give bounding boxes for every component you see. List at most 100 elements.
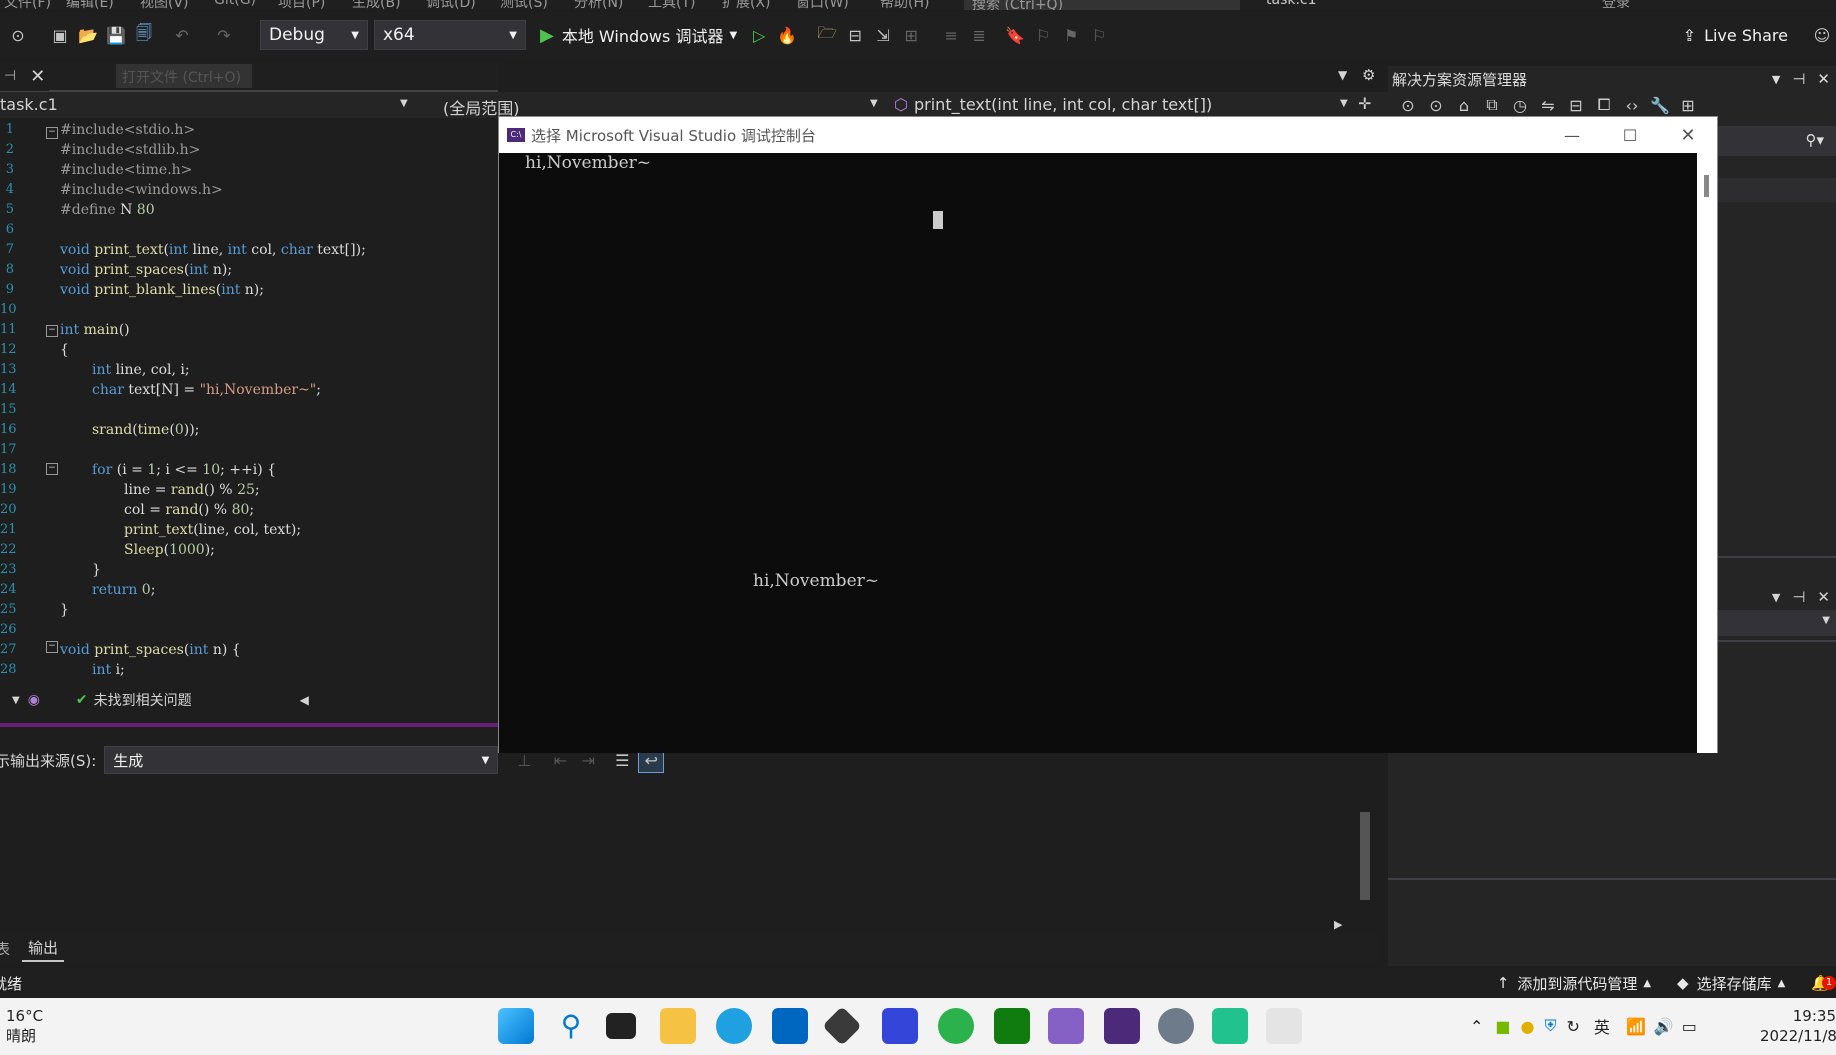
terminal-icon[interactable]: [1104, 1008, 1140, 1044]
select-repository[interactable]: 选择存储库: [1697, 973, 1772, 994]
undo-icon[interactable]: ↶: [170, 23, 194, 47]
dropdown-icon[interactable]: ▼: [1772, 73, 1780, 86]
open-file-icon[interactable]: 📂: [76, 23, 100, 47]
store-icon[interactable]: [772, 1008, 808, 1044]
menu-help[interactable]: 帮助(H): [880, 0, 929, 10]
search-icon[interactable]: ⚲: [553, 1008, 589, 1044]
pin-icon[interactable]: ⊣: [4, 68, 16, 84]
output-scrollbar[interactable]: [1356, 786, 1374, 914]
fold-toggle[interactable]: −: [46, 463, 58, 475]
layout-icon[interactable]: ⊟: [843, 23, 867, 47]
settings-icon[interactable]: ⚙: [1362, 66, 1375, 84]
chevron-up-icon[interactable]: ▲: [1643, 978, 1651, 989]
nvidia-icon[interactable]: ■: [1495, 1017, 1510, 1036]
scroll-thumb[interactable]: [1360, 812, 1370, 900]
ime-indicator[interactable]: 英: [1594, 1014, 1610, 1038]
output-source-dropdown[interactable]: 生成 ▼: [104, 746, 499, 774]
save-icon[interactable]: 💾: [104, 23, 128, 47]
close-icon[interactable]: ✕: [30, 66, 45, 87]
step-icon[interactable]: ⇲: [871, 23, 895, 47]
next-bookmark-icon[interactable]: ⚑: [1059, 23, 1083, 47]
volume-icon[interactable]: 🔊: [1654, 1017, 1674, 1036]
chevron-down-icon[interactable]: ▼: [1340, 98, 1348, 109]
maximize-icon[interactable]: ☐: [1601, 126, 1659, 145]
pin-icon[interactable]: ⊣: [1792, 70, 1805, 88]
navigate-forward-icon[interactable]: ⊙: [6, 23, 30, 47]
menu-build[interactable]: 生成(B): [352, 0, 401, 10]
weather-widget[interactable]: 16°C 晴朗: [6, 1006, 43, 1046]
bookmark-icon[interactable]: 🔖: [1003, 23, 1027, 47]
preview-icon[interactable]: ⊞: [1676, 93, 1700, 117]
uncomment-icon[interactable]: ≣: [967, 23, 991, 47]
tab-output[interactable]: 输出: [22, 935, 65, 962]
prev-bookmark-icon[interactable]: ⚐: [1031, 23, 1055, 47]
start-debug-button[interactable]: ▶ 本地 Windows 调试器 ▼: [540, 23, 737, 47]
search-box[interactable]: 搜索 (Ctrl+Q): [964, 0, 1240, 10]
function-dropdown[interactable]: print_text(int line, int col, char text[…: [914, 95, 1212, 114]
save-all-icon[interactable]: 🗐: [132, 23, 156, 47]
fold-toggle[interactable]: −: [46, 127, 58, 139]
scroll-left-icon[interactable]: ◀: [300, 693, 309, 707]
unity-icon[interactable]: [822, 1006, 862, 1046]
feedback-icon[interactable]: ☺: [1810, 23, 1834, 47]
collapse-all-icon[interactable]: ⊟: [1564, 93, 1588, 117]
editor-app-icon[interactable]: [882, 1008, 918, 1044]
chevron-up-icon[interactable]: ▲: [1778, 978, 1786, 989]
menu-tools[interactable]: 工具(T): [648, 0, 695, 10]
tray-app-icon[interactable]: ●: [1521, 1017, 1535, 1036]
menu-window[interactable]: 窗口(W): [796, 0, 849, 10]
app-icon[interactable]: [1212, 1008, 1248, 1044]
redo-icon[interactable]: ↷: [212, 23, 236, 47]
close-icon[interactable]: ✕: [1659, 125, 1717, 146]
scroll-right-icon[interactable]: ▶: [1334, 918, 1342, 931]
menu-project[interactable]: 项目(P): [278, 0, 325, 10]
search-icon[interactable]: ⚲▾: [1805, 131, 1824, 149]
notification-icon[interactable]: 🔔 1: [1811, 974, 1836, 992]
tab-task-c1[interactable]: ⊣ ✕: [0, 61, 50, 91]
split-icon[interactable]: ✛: [1358, 94, 1371, 113]
config-dropdown[interactable]: Debug ▼: [260, 20, 368, 50]
close-icon[interactable]: ✕: [1817, 588, 1830, 606]
xbox-icon[interactable]: [994, 1008, 1030, 1044]
wifi-icon[interactable]: 📶: [1626, 1017, 1646, 1036]
clear-bookmarks-icon[interactable]: ⚐: [1087, 23, 1111, 47]
battery-icon[interactable]: ▭: [1682, 1017, 1697, 1036]
folder-icon[interactable]: 🗁: [815, 23, 839, 47]
comment-icon[interactable]: ≡: [939, 23, 963, 47]
zoom-dropdown-icon[interactable]: ▼: [12, 695, 20, 706]
start-icon[interactable]: [498, 1008, 534, 1044]
menu-view[interactable]: 视图(V): [140, 0, 189, 10]
intellicode-icon[interactable]: ◉: [28, 692, 40, 708]
menu-analyze[interactable]: 分析(N): [574, 0, 623, 10]
task-view-icon[interactable]: [606, 1013, 636, 1039]
tab-error-list[interactable]: 错误列表: [0, 938, 10, 959]
scroll-thumb[interactable]: [1704, 175, 1709, 197]
file-scope-dropdown[interactable]: task.c1: [0, 95, 58, 114]
console-output[interactable]: hi,November~ hi,November~: [499, 153, 1697, 753]
live-share-button[interactable]: ⇪ Live Share: [1683, 26, 1788, 45]
close-icon[interactable]: ✕: [1817, 70, 1830, 88]
menu-extensions[interactable]: 扩展(X): [722, 0, 771, 10]
visual-studio-icon[interactable]: [1048, 1008, 1084, 1044]
tab-overflow-icon[interactable]: ▼: [1338, 68, 1347, 82]
code-editor[interactable]: 1 2 3 4 5 6 7 8 9 10 11 12 13 14 15 16 17 18 19 20 21 22 23 24 2…: [0, 118, 498, 686]
sign-in-link[interactable]: 登录: [1602, 0, 1630, 10]
start-without-debug-icon[interactable]: ▷: [747, 23, 771, 47]
edge-icon[interactable]: [716, 1008, 752, 1044]
sync-icon[interactable]: ⇋: [1536, 93, 1560, 117]
platform-dropdown[interactable]: x64 ▼: [374, 20, 526, 50]
forward-icon[interactable]: ⊙: [1424, 93, 1448, 117]
history-icon[interactable]: ◷: [1508, 93, 1532, 117]
browser-icon[interactable]: [938, 1008, 974, 1044]
menu-file[interactable]: 文件(F): [4, 0, 51, 10]
chevron-down-icon[interactable]: ▼: [400, 98, 408, 109]
breakpoint-icon[interactable]: ⊞: [899, 23, 923, 47]
clock[interactable]: 19:35 2022/11/8: [1760, 1006, 1836, 1046]
debug-console-window[interactable]: C:\ 选择 Microsoft Visual Studio 调试控制台 — ☐…: [498, 116, 1718, 753]
menu-git[interactable]: Git(G): [214, 0, 256, 8]
minimize-icon[interactable]: —: [1543, 126, 1601, 145]
dropdown-icon[interactable]: ▼: [1772, 591, 1780, 604]
issues-status[interactable]: 未找到相关问题: [94, 690, 192, 710]
snipping-tool-icon[interactable]: [1266, 1008, 1302, 1044]
fold-toggle[interactable]: −: [46, 641, 58, 653]
